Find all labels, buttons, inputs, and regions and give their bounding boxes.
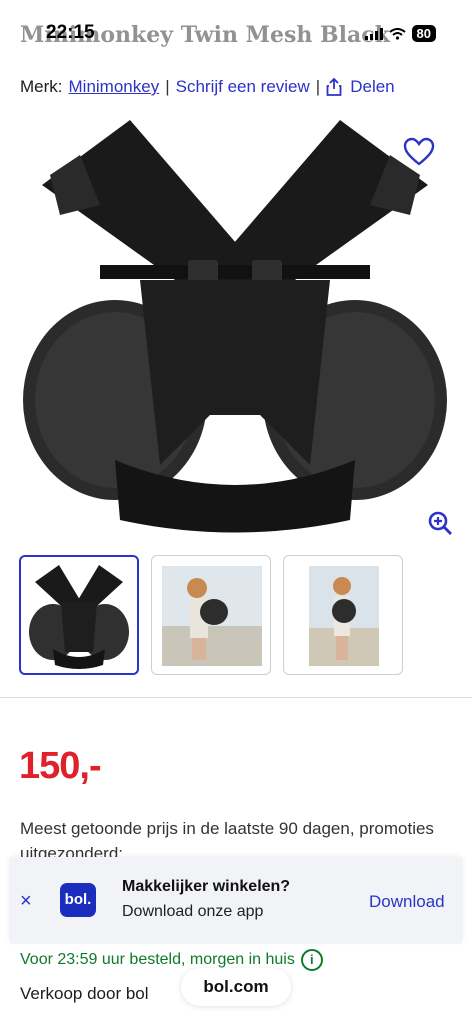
baby-carrier-image — [23, 120, 447, 533]
battery-indicator: 80 — [411, 25, 436, 42]
product-image[interactable] — [20, 115, 450, 540]
thumbnail-carrier-image — [29, 565, 129, 669]
delivery-info: Voor 23:59 uur besteld, morgen in huis i — [20, 949, 323, 971]
thumbnail-1[interactable] — [19, 555, 139, 675]
browser-url-pill[interactable]: bol.com — [181, 968, 291, 1006]
brand-label: Merk: — [20, 77, 63, 96]
review-link[interactable]: Schrijf een review — [176, 77, 310, 97]
banner-title: Makkelijker winkelen? — [122, 878, 291, 895]
brand-link[interactable]: Minimonkey — [69, 77, 160, 97]
separator: | — [165, 77, 170, 96]
signal-icon — [364, 27, 383, 40]
share-link[interactable]: Delen — [350, 77, 394, 97]
heart-icon[interactable] — [403, 137, 435, 167]
zoom-icon[interactable] — [427, 510, 453, 536]
status-time: 22:15 — [46, 22, 95, 43]
seller-info: Verkoop door bol — [20, 984, 149, 1003]
bol-logo: bol. — [60, 883, 96, 917]
thumbnail-model-image — [309, 566, 379, 666]
thumbnail-3[interactable] — [283, 555, 403, 675]
price: 150,- — [19, 745, 102, 787]
info-icon[interactable]: i — [300, 949, 323, 971]
brand-line: Merk: Minimonkey | Schrijf een review | … — [20, 77, 395, 97]
thumbnail-2[interactable] — [151, 555, 271, 675]
banner-subtitle: Download onze app — [122, 903, 264, 920]
close-icon[interactable]: × — [20, 890, 32, 913]
wifi-icon — [388, 27, 406, 40]
section-divider — [0, 697, 472, 698]
thumbnail-model-image — [162, 566, 262, 666]
app-download-banner: × bol. Makkelijker winkelen? Download on… — [9, 857, 463, 944]
share-icon[interactable] — [326, 78, 342, 96]
download-button[interactable]: Download — [369, 892, 445, 912]
delivery-text: Voor 23:59 uur besteld, morgen in huis — [20, 951, 295, 968]
status-icons: 80 — [364, 25, 436, 42]
separator: | — [315, 77, 321, 96]
